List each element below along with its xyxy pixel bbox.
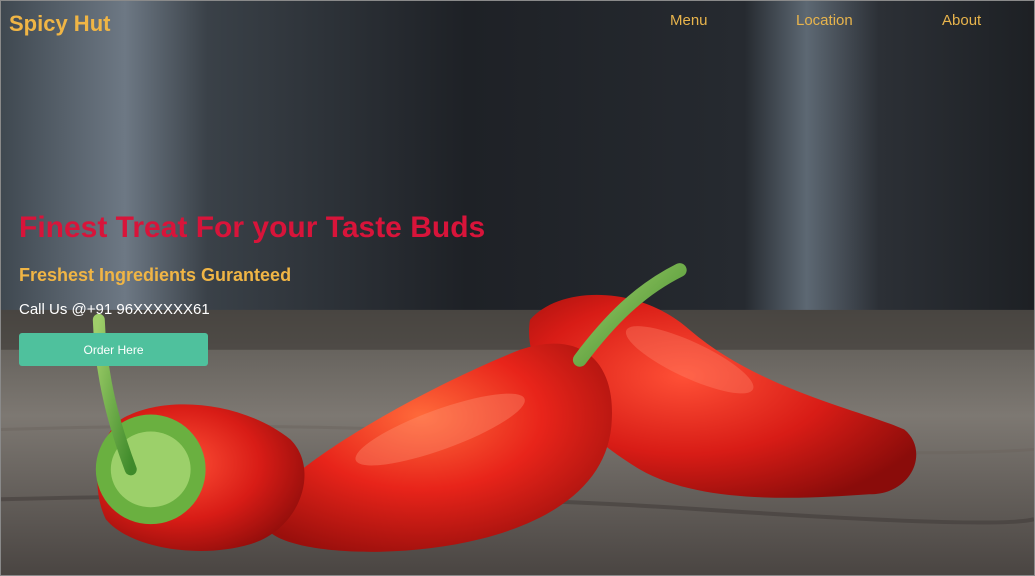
contact-phone: Call Us @+91 96XXXXXX61	[19, 301, 210, 318]
nav-link-location[interactable]: Location	[796, 12, 853, 29]
hero-title: Finest Treat For your Taste Buds	[19, 211, 486, 244]
hero-subtitle: Freshest Ingredients Guranteed	[19, 265, 292, 285]
nav-link-about[interactable]: About	[942, 12, 981, 29]
hero-content: Finest Treat For your Taste Buds Freshes…	[19, 211, 485, 366]
page: Spicy Hut Menu Location About Finest Tre…	[0, 0, 1035, 576]
nav-link-menu[interactable]: Menu	[670, 12, 708, 29]
brand-logo[interactable]: Spicy Hut	[9, 11, 110, 37]
order-here-button[interactable]: Order Here	[19, 333, 208, 366]
navbar: Spicy Hut Menu Location About	[1, 1, 1034, 45]
